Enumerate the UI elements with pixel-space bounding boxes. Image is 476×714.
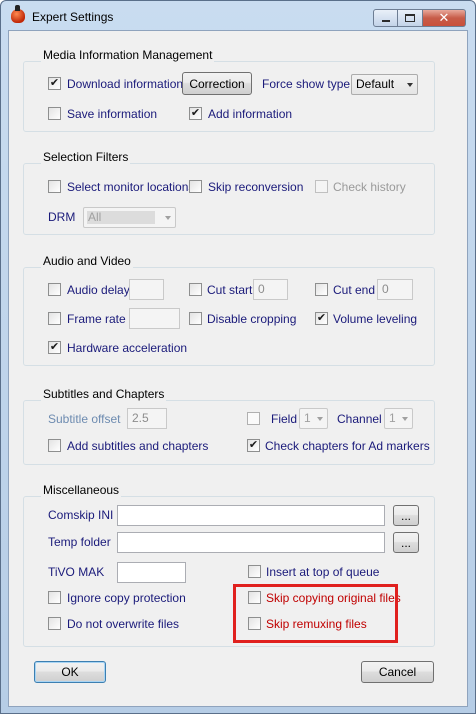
comskip-browse-button[interactable]: ...: [393, 505, 419, 526]
skip-reconversion-label: Skip reconversion: [208, 180, 304, 194]
miscellaneous-group-title: Miscellaneous: [41, 483, 122, 497]
minimize-button[interactable]: [373, 9, 398, 27]
cut-end-checkbox[interactable]: [315, 283, 328, 296]
add-info-checkbox[interactable]: ✔: [189, 107, 202, 120]
subtitle-offset-input[interactable]: 2.5: [127, 408, 167, 429]
audio-video-group-title: Audio and Video: [41, 254, 133, 268]
selection-filters-group-title: Selection Filters: [41, 150, 131, 164]
select-monitor-checkbox[interactable]: [48, 180, 61, 193]
audio-delay-input[interactable]: [129, 279, 164, 300]
force-show-type-value: Default: [356, 77, 395, 91]
temp-browse-button[interactable]: ...: [393, 532, 419, 553]
close-icon: ✕: [438, 10, 450, 25]
no-overwrite-checkbox[interactable]: [48, 617, 61, 630]
minimize-icon: [381, 19, 390, 22]
channel-select[interactable]: 1: [384, 408, 413, 429]
temp-folder-label: Temp folder: [48, 535, 111, 549]
field-label: Field: [271, 412, 298, 426]
chevron-down-icon: [165, 216, 171, 220]
drm-label: DRM: [48, 210, 76, 224]
hardware-accel-label: Hardware acceleration: [67, 341, 188, 355]
chevron-down-icon: [317, 417, 323, 421]
channel-label: Channel: [337, 412, 382, 426]
disable-cropping-label: Disable cropping: [207, 312, 297, 326]
insert-top-checkbox[interactable]: [248, 565, 261, 578]
check-chapters-label: Check chapters for Ad markers: [265, 439, 430, 453]
check-history-label: Check history: [333, 180, 406, 194]
audio-delay-label: Audio delay: [67, 283, 130, 297]
caption-buttons: ✕: [373, 9, 466, 27]
cut-start-checkbox[interactable]: [189, 283, 202, 296]
check-chapters-checkbox[interactable]: ✔: [247, 439, 260, 452]
maximize-button[interactable]: [398, 9, 423, 27]
comskip-ini-input[interactable]: [117, 505, 385, 526]
skip-reconversion-checkbox[interactable]: [189, 180, 202, 193]
cut-start-label: Cut start: [207, 283, 253, 297]
check-history-checkbox[interactable]: [315, 180, 328, 193]
subtitles-chapters-group: [23, 400, 435, 465]
tivo-mak-input[interactable]: [117, 562, 186, 583]
field-select[interactable]: 1: [299, 408, 328, 429]
cut-start-input[interactable]: 0: [253, 279, 288, 300]
download-info-checkbox[interactable]: ✔: [48, 77, 61, 90]
window-title: Expert Settings: [32, 10, 114, 24]
force-show-type-select[interactable]: Default: [351, 74, 418, 95]
media-info-group-title: Media Information Management: [41, 48, 215, 62]
temp-folder-input[interactable]: [117, 532, 385, 553]
no-overwrite-label: Do not overwrite files: [67, 617, 180, 631]
title-bar[interactable]: Expert Settings ✕: [1, 1, 475, 31]
add-info-label: Add information: [208, 107, 293, 121]
correction-button[interactable]: Correction: [182, 72, 252, 95]
save-info-label: Save information: [67, 107, 158, 121]
ok-button[interactable]: OK: [34, 661, 106, 683]
force-show-type-label: Force show type: [262, 77, 351, 91]
chevron-down-icon: [407, 83, 413, 87]
insert-top-label: Insert at top of queue: [266, 565, 380, 579]
field-value: 1: [304, 411, 311, 425]
cut-end-input[interactable]: 0: [377, 279, 413, 300]
maximize-icon: [405, 14, 415, 22]
ignore-copy-label: Ignore copy protection: [67, 591, 186, 605]
subtitles-chapters-group-title: Subtitles and Chapters: [41, 387, 167, 401]
add-subtitles-label: Add subtitles and chapters: [67, 439, 209, 453]
save-info-checkbox[interactable]: [48, 107, 61, 120]
select-monitor-label: Select monitor locations: [67, 180, 195, 194]
drm-select[interactable]: All: [83, 207, 176, 228]
cancel-button[interactable]: Cancel: [361, 661, 434, 683]
hardware-accel-checkbox[interactable]: ✔: [48, 341, 61, 354]
subtitle-offset-label: Subtitle offset: [48, 412, 121, 426]
frame-rate-checkbox[interactable]: [48, 312, 61, 325]
cut-end-label: Cut end: [333, 283, 376, 297]
disable-cropping-checkbox[interactable]: [189, 312, 202, 325]
comskip-ini-label: Comskip INI: [48, 508, 114, 522]
audio-delay-checkbox[interactable]: [48, 283, 61, 296]
ignore-copy-checkbox[interactable]: [48, 591, 61, 604]
add-subtitles-checkbox[interactable]: [48, 439, 61, 452]
drm-value: All: [88, 210, 102, 224]
download-info-label: Download information: [67, 77, 184, 91]
highlight-annotation: [233, 584, 398, 643]
close-button[interactable]: ✕: [423, 9, 466, 27]
app-logo-icon: [11, 5, 25, 23]
frame-rate-label: Frame rate: [67, 312, 126, 326]
channel-value: 1: [389, 411, 396, 425]
volume-leveling-label: Volume leveling: [333, 312, 418, 326]
frame-rate-input[interactable]: [129, 308, 180, 329]
tivo-mak-label: TiVO MAK: [48, 565, 105, 579]
chevron-down-icon: [402, 417, 408, 421]
field-checkbox[interactable]: [247, 412, 260, 425]
volume-leveling-checkbox[interactable]: ✔: [315, 312, 328, 325]
